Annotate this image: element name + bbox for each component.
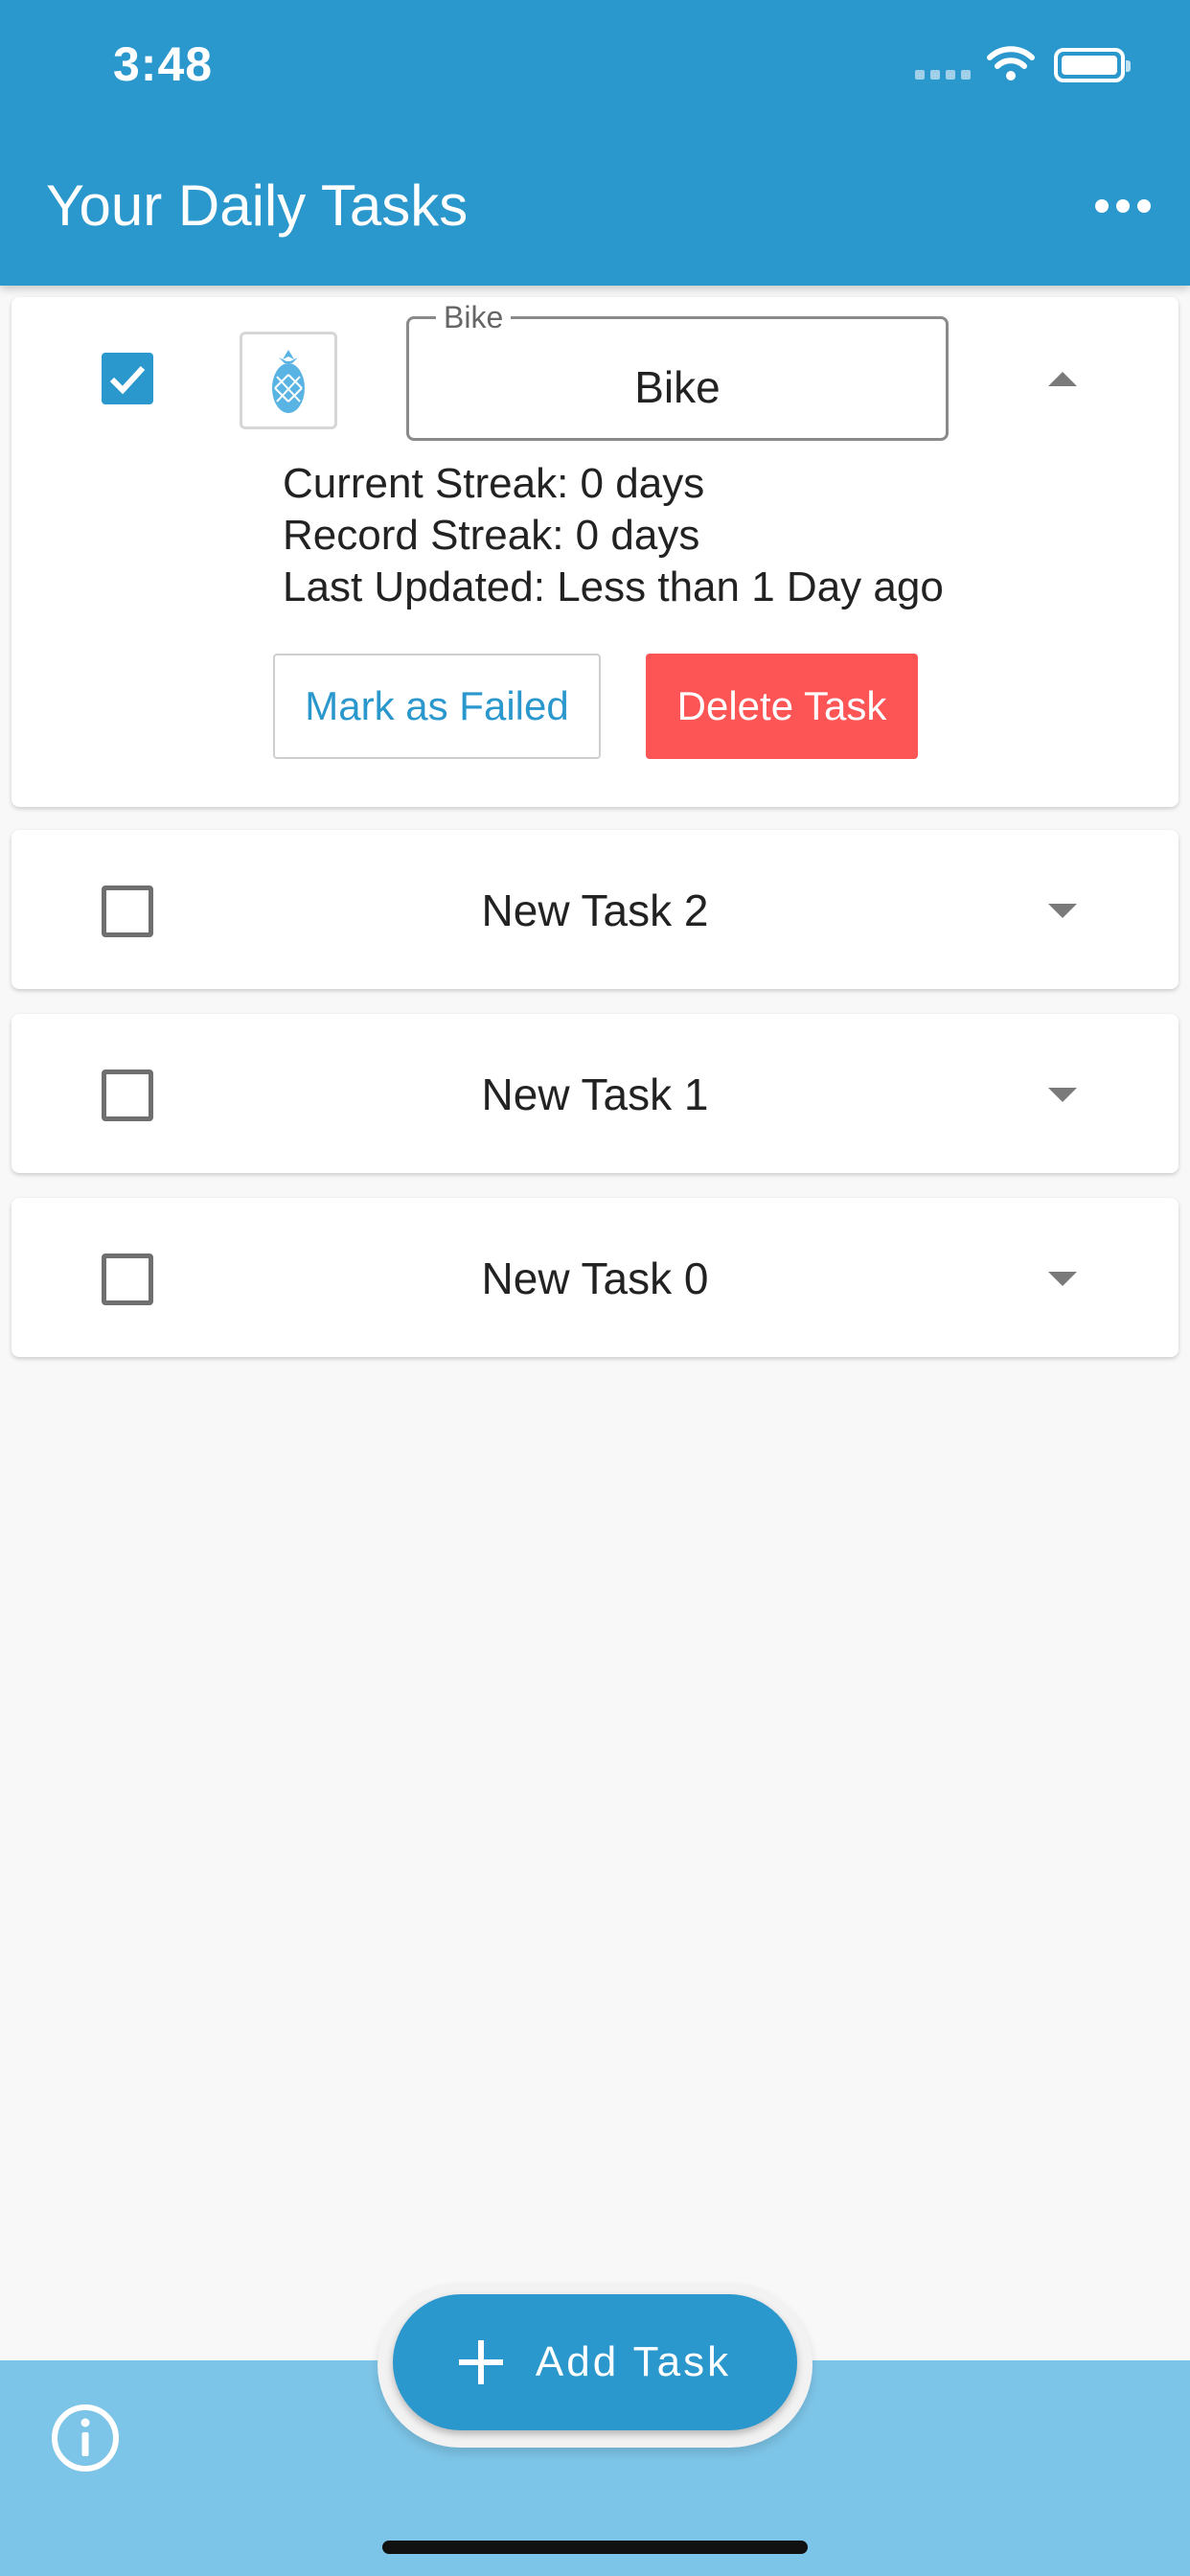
- last-updated-text: Last Updated: Less than 1 Day ago: [283, 564, 944, 610]
- task-stats: Current Streak: 0 days Record Streak: 0 …: [283, 458, 944, 613]
- info-icon[interactable]: [50, 2403, 121, 2473]
- current-streak-text: Current Streak: 0 days: [283, 460, 705, 507]
- task-name-field[interactable]: Bike Bike: [406, 300, 949, 441]
- wifi-icon: [987, 46, 1035, 80]
- task-name: New Task 1: [481, 1070, 709, 1119]
- add-task-button[interactable]: Add Task: [393, 2294, 797, 2430]
- task-card-expanded: Bike Bike Current Streak: 0 days Record …: [11, 297, 1179, 807]
- expand-chevron-icon[interactable]: [1048, 1088, 1077, 1102]
- record-streak-text: Record Streak: 0 days: [283, 512, 700, 559]
- add-task-label: Add Task: [535, 2338, 732, 2385]
- app-bar: 3:48 Your Daily Tasks: [0, 0, 1190, 286]
- task-card[interactable]: New Task 0: [11, 1198, 1179, 1357]
- mark-as-failed-button[interactable]: Mark as Failed: [273, 654, 601, 759]
- task-card[interactable]: New Task 1: [11, 1014, 1179, 1173]
- pineapple-icon: [272, 350, 305, 413]
- expand-chevron-icon[interactable]: [1048, 904, 1077, 918]
- delete-task-button[interactable]: Delete Task: [646, 654, 918, 759]
- task-name: New Task 0: [481, 1254, 709, 1303]
- plus-icon: [458, 2340, 503, 2384]
- status-time: 3:48: [113, 37, 214, 91]
- cellular-signal-icon: [915, 70, 971, 80]
- home-indicator[interactable]: [382, 2541, 808, 2554]
- task-name-field-label: Bike: [436, 300, 512, 335]
- task-checkbox-checked[interactable]: [102, 353, 153, 404]
- task-icon-button[interactable]: [240, 332, 337, 429]
- more-horizontal-icon[interactable]: [1095, 199, 1151, 213]
- task-name-value[interactable]: Bike: [409, 361, 946, 413]
- page-title: Your Daily Tasks: [46, 173, 469, 238]
- task-card[interactable]: New Task 2: [11, 830, 1179, 989]
- task-name: New Task 2: [481, 886, 709, 935]
- collapse-chevron-icon[interactable]: [1048, 372, 1077, 386]
- expand-chevron-icon[interactable]: [1048, 1272, 1077, 1286]
- checkmark-icon: [109, 365, 146, 395]
- battery-icon: [1054, 48, 1131, 82]
